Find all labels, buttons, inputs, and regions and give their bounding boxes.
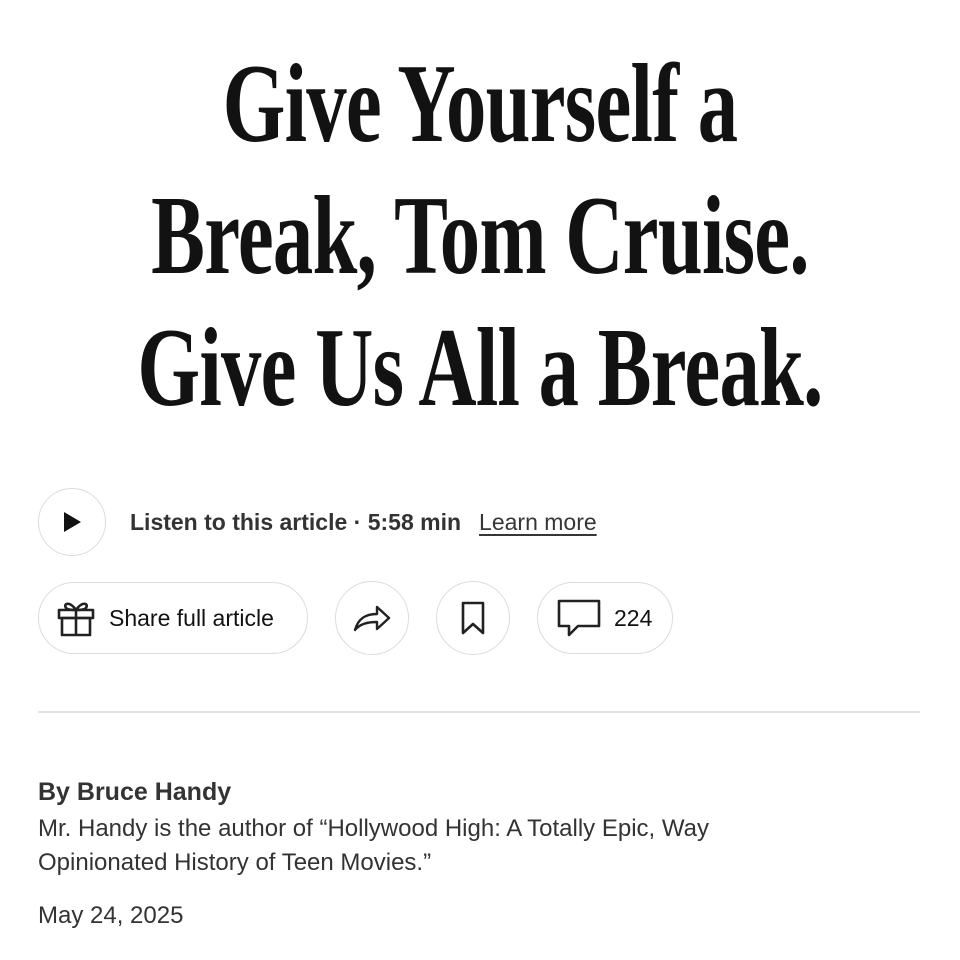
learn-more-link[interactable]: Learn more	[479, 509, 597, 536]
gift-icon	[55, 597, 97, 639]
section-divider	[38, 711, 920, 713]
share-button[interactable]	[335, 581, 409, 655]
byline-block: By Bruce Handy Mr. Handy is the author o…	[38, 776, 898, 930]
publish-date: May 24, 2025	[38, 902, 184, 929]
audio-player: Listen to this article · 5:58 min Learn …	[38, 487, 597, 557]
comments-button[interactable]: 224	[537, 582, 673, 654]
bookmark-button[interactable]	[436, 581, 510, 655]
headline-line-2: Break, Tom Cruise.	[151, 174, 809, 298]
play-icon	[61, 510, 83, 534]
comment-icon	[556, 598, 602, 638]
headline-line-1: Give Yourself a	[222, 42, 738, 166]
article-actions: Share full article 224	[38, 581, 673, 655]
play-button[interactable]	[38, 488, 106, 556]
author-name[interactable]: By Bruce Handy	[38, 776, 898, 808]
comment-count: 224	[614, 604, 653, 631]
share-full-article-button[interactable]: Share full article	[38, 582, 308, 654]
listen-label: Listen to this article · 5:58 min	[130, 508, 462, 535]
share-full-article-label: Share full article	[109, 604, 274, 631]
headline-line-3: Give Us All a Break.	[137, 306, 823, 430]
author-bio: Mr. Handy is the author of “Hollywood Hi…	[38, 815, 709, 876]
bookmark-icon	[459, 600, 487, 636]
article-headline: Give Yourself a Break, Tom Cruise. Give …	[0, 38, 960, 434]
share-arrow-icon	[352, 602, 392, 634]
